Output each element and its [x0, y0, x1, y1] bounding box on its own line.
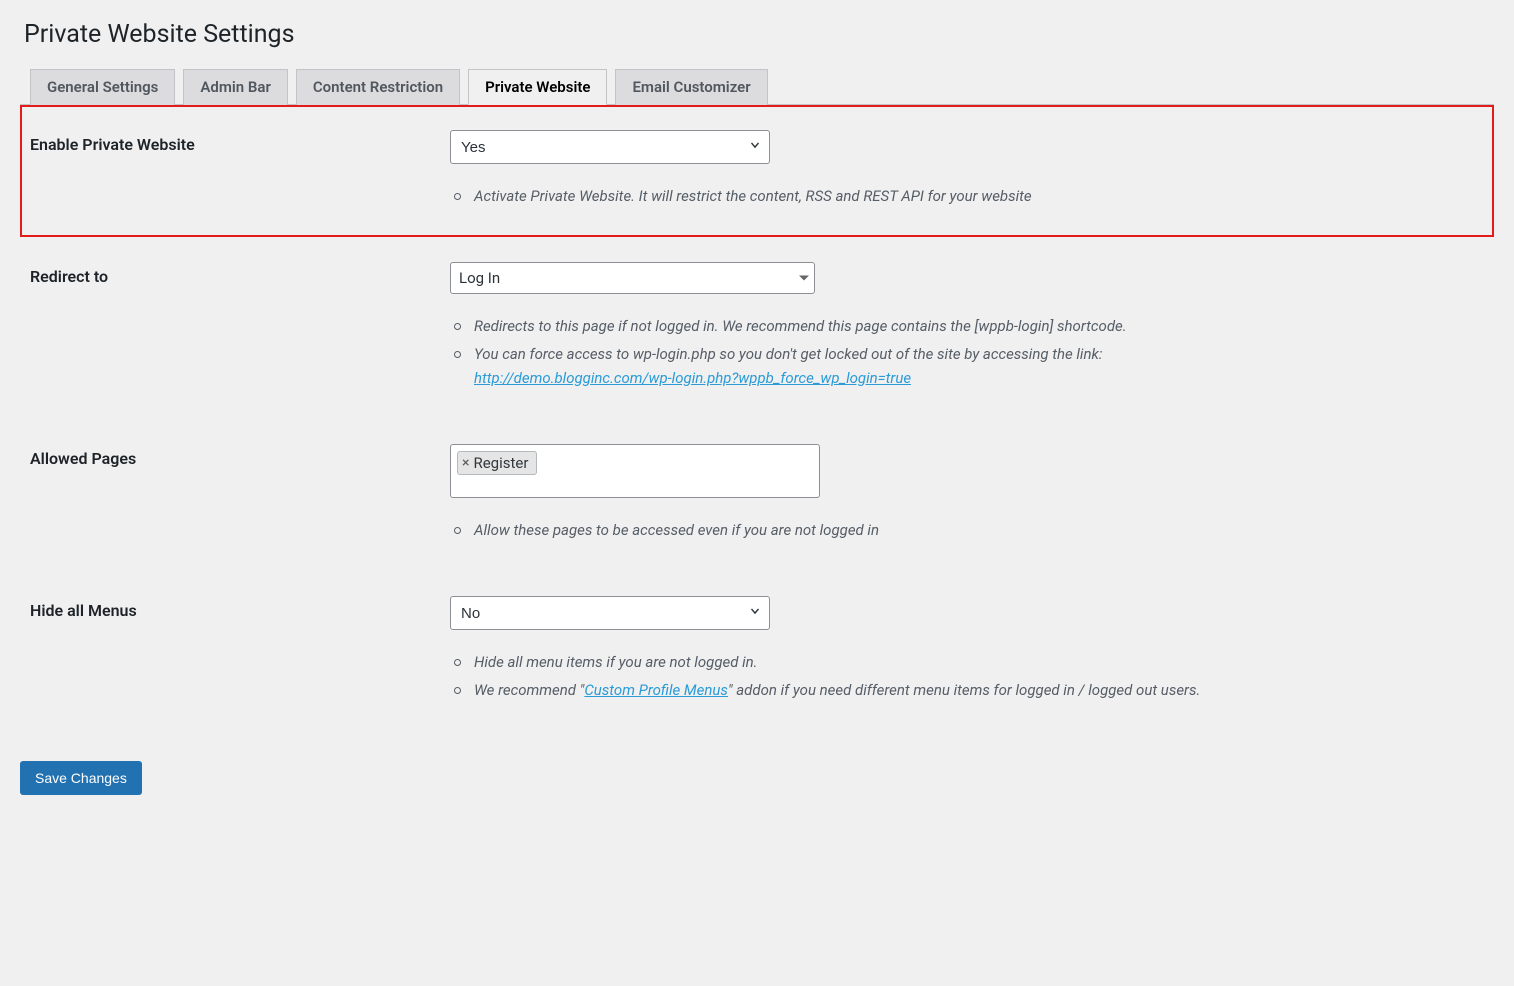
hide-all-menus-select[interactable]: No — [450, 596, 770, 630]
tab-admin-bar[interactable]: Admin Bar — [183, 69, 287, 105]
enable-label: Enable Private Website — [20, 105, 450, 237]
redirect-to-select[interactable]: Log In — [450, 262, 815, 294]
allowed-pages-input[interactable]: × Register — [450, 444, 820, 498]
nav-tabs: General Settings Admin Bar Content Restr… — [20, 69, 1494, 105]
tab-content-restriction[interactable]: Content Restriction — [296, 69, 460, 105]
dropdown-arrow-icon — [799, 276, 809, 281]
remove-tag-icon[interactable]: × — [462, 455, 469, 471]
row-allowed-pages: Allowed Pages × Register Allow these pag… — [20, 419, 1494, 571]
tag-label: Register — [473, 454, 528, 472]
hide-label: Hide all Menus — [20, 571, 450, 731]
custom-profile-menus-link[interactable]: Custom Profile Menus — [584, 681, 728, 699]
redirect-label: Redirect to — [20, 237, 450, 419]
allowed-page-tag: × Register — [457, 451, 537, 475]
enable-desc: Activate Private Website. It will restri… — [450, 184, 1320, 208]
hide-desc-1: Hide all menu items if you are not logge… — [450, 650, 1320, 674]
allowed-label: Allowed Pages — [20, 419, 450, 571]
enable-private-website-select[interactable]: Yes — [450, 130, 770, 164]
row-redirect-to: Redirect to Log In Redirects to this pag… — [20, 237, 1494, 419]
tab-email-customizer[interactable]: Email Customizer — [615, 69, 767, 105]
page-title: Private Website Settings — [24, 20, 1494, 49]
tab-private-website[interactable]: Private Website — [468, 69, 607, 105]
allowed-desc: Allow these pages to be accessed even if… — [450, 518, 1320, 542]
save-changes-button[interactable]: Save Changes — [20, 761, 142, 795]
hide-desc-2: We recommend "Custom Profile Menus" addo… — [450, 678, 1320, 702]
settings-form-table: Enable Private Website Yes Activate Priv… — [20, 105, 1494, 731]
row-hide-all-menus: Hide all Menus No Hide all menu items if… — [20, 571, 1494, 731]
tab-general-settings[interactable]: General Settings — [30, 69, 175, 105]
redirect-desc-2: You can force access to wp-login.php so … — [450, 342, 1320, 390]
row-enable-private-website: Enable Private Website Yes Activate Priv… — [20, 105, 1494, 237]
redirect-desc-1: Redirects to this page if not logged in.… — [450, 314, 1320, 338]
force-login-link[interactable]: http://demo.blogginc.com/wp-login.php?wp… — [474, 369, 911, 387]
